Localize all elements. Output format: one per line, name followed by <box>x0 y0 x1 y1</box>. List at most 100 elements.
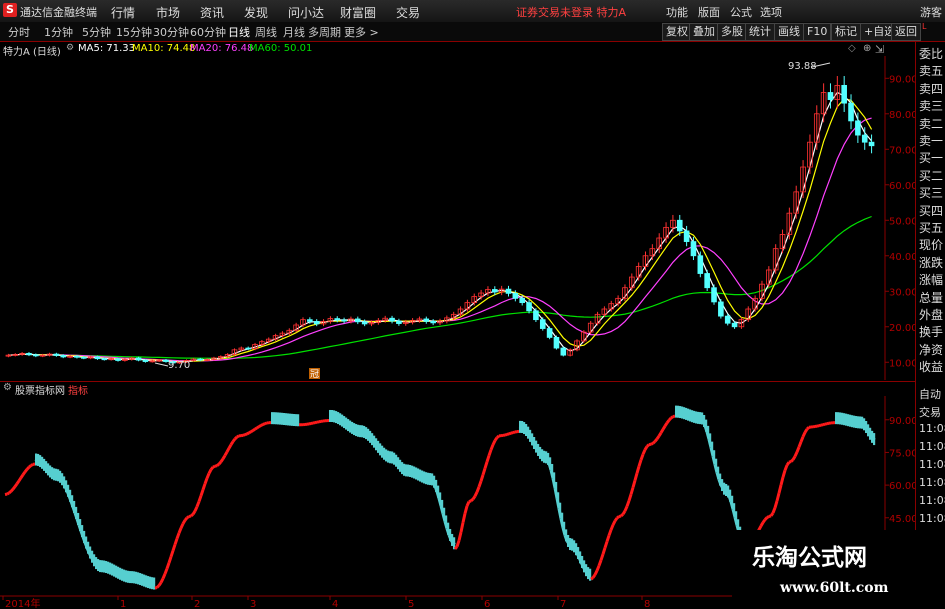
indicator-seg <box>766 515 770 519</box>
indicator-seg <box>25 466 31 471</box>
indicator-seg <box>493 436 499 442</box>
side-item-8: 买三 <box>919 186 944 201</box>
indicator-seg <box>777 484 783 494</box>
indicator-band <box>57 469 60 482</box>
indicator-band <box>329 409 332 422</box>
indicator-seg <box>646 443 650 448</box>
side-item-6: 买一 <box>919 151 944 166</box>
indicator-band <box>551 463 554 476</box>
indicator-seg <box>795 446 801 453</box>
indicator-band <box>715 458 718 471</box>
indicator-settings-icon[interactable]: ⚙ <box>3 382 12 393</box>
date-tick-label: 3 <box>250 599 256 609</box>
candle-body <box>245 347 251 350</box>
indicator-band <box>719 473 722 486</box>
indicator-seg <box>457 531 463 541</box>
candle-body <box>389 317 395 322</box>
indicator-band <box>149 576 152 589</box>
indicator-seg <box>223 451 229 457</box>
candle-body <box>492 289 498 293</box>
indicator-band <box>103 560 106 573</box>
side-item-16: 换手 <box>919 325 944 340</box>
candle-body <box>533 310 539 321</box>
indicator-seg <box>504 433 508 437</box>
candle-body <box>526 302 532 312</box>
price-tick-label: 90.00 <box>889 74 918 85</box>
indicator-seg <box>607 529 613 537</box>
candle-body <box>361 321 368 325</box>
indicator-seg <box>169 550 175 558</box>
indicator-seg <box>591 573 597 579</box>
indicator-band <box>699 412 702 425</box>
indicator-band <box>425 472 428 485</box>
indicator-band <box>433 475 436 488</box>
indicator-seg <box>611 520 617 526</box>
candle-body <box>80 356 87 359</box>
indicator-band <box>519 420 522 433</box>
indicator-seg <box>173 538 179 546</box>
side-item-11: 现价 <box>919 238 944 253</box>
indicator-band <box>837 412 840 425</box>
indicator-seg <box>155 584 161 589</box>
indicator-band <box>561 512 564 525</box>
indicator-band <box>351 421 354 434</box>
side-item-18: 收益 <box>919 360 944 375</box>
indicator-name[interactable]: 股票指标网 <box>15 382 65 397</box>
candle-body <box>848 102 854 122</box>
indicator-band <box>361 425 364 438</box>
price-tick-label: 60.00 <box>889 181 918 192</box>
indicator-band <box>687 408 690 421</box>
candle-body <box>711 287 717 303</box>
indicator-band <box>277 412 280 425</box>
indicator-band <box>123 569 126 582</box>
candle-body <box>115 358 121 361</box>
indicator-band <box>81 525 84 538</box>
indicator-seg <box>771 507 777 514</box>
indicator-tag[interactable]: 指标 <box>68 382 88 397</box>
candle-body <box>334 318 341 321</box>
indicator-seg <box>214 464 218 468</box>
indicator-seg <box>246 431 250 436</box>
indicator-band <box>847 414 850 427</box>
indicator-band <box>677 405 680 418</box>
indicator-band <box>857 416 860 429</box>
indicator-band <box>421 470 424 483</box>
indicator-band <box>695 411 698 424</box>
indicator-band <box>41 456 44 469</box>
indicator-seg <box>620 513 624 518</box>
indicator-band <box>415 467 418 480</box>
indicator-seg <box>248 430 252 435</box>
indicator-band <box>435 479 438 492</box>
indicator-seg <box>236 434 240 439</box>
indicator-band <box>735 511 738 524</box>
indicator-axis-ticks: 90.00 75.00 60.00 45.00 <box>885 416 918 525</box>
indicator-band <box>287 413 290 426</box>
indicator-band <box>71 495 74 508</box>
indicator-band <box>387 450 390 463</box>
indicator-band <box>297 414 300 427</box>
indicator-seg <box>623 505 629 512</box>
candle-body <box>512 292 519 299</box>
indicator-band <box>729 489 732 502</box>
indicator-seg <box>489 444 495 451</box>
indicator-seg <box>609 524 615 531</box>
chart-canvas[interactable]: 90.00 80.00 70.00 60.00 50.00 40.00 30.00 20.00… <box>0 0 945 609</box>
date-tick-label: 2014年 <box>5 597 40 609</box>
indicator-seg <box>599 553 605 561</box>
indicator-band <box>423 471 426 484</box>
indicator-seg <box>17 476 23 482</box>
indicator-band <box>391 451 394 464</box>
side-lower-item-1: 交易 <box>919 406 941 419</box>
candle-body <box>505 288 512 294</box>
candle-body <box>676 219 683 232</box>
indicator-seg <box>590 576 594 581</box>
indicator-band <box>285 413 288 426</box>
indicator-seg <box>209 466 215 471</box>
indicator-band <box>357 424 360 437</box>
indicator-seg <box>217 460 223 466</box>
indicator-band <box>871 430 874 443</box>
indicator-band <box>145 575 148 588</box>
indicator-band <box>427 472 430 485</box>
indicator-band <box>557 492 560 505</box>
side-item-9: 买四 <box>919 203 944 218</box>
